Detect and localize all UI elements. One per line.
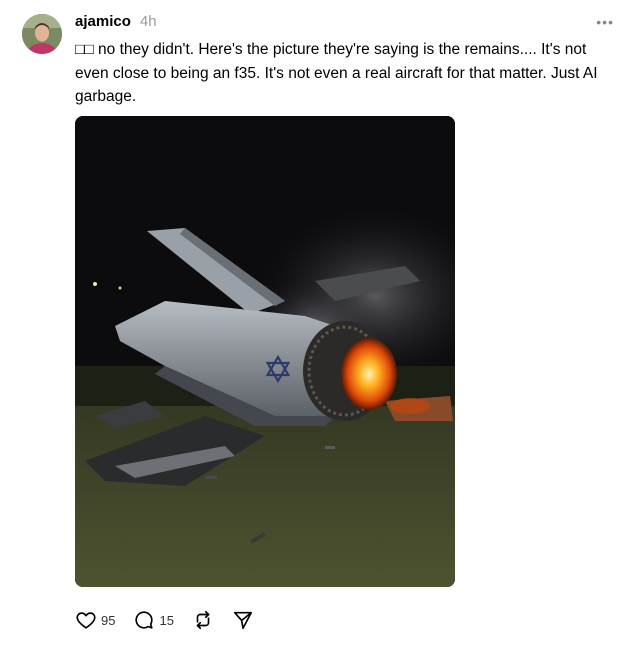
more-options-button[interactable]: ••• [596, 12, 614, 32]
reply-count: 15 [159, 612, 174, 628]
send-icon [232, 609, 254, 631]
post-time: 4h [139, 13, 157, 30]
avatar[interactable] [22, 14, 62, 54]
post-text: □□ no they didn't. Here's the picture th… [75, 41, 598, 105]
repost-icon [192, 609, 214, 631]
heart-icon [75, 609, 97, 631]
like-button[interactable]: 95 [75, 609, 115, 631]
reply-button[interactable]: 15 [133, 609, 174, 631]
comment-icon [133, 609, 155, 631]
ellipsis-icon: ••• [596, 14, 614, 30]
repost-button[interactable] [192, 609, 214, 631]
username[interactable]: ajamico [75, 13, 131, 30]
like-count: 95 [101, 612, 116, 628]
crashed-jet-photo [75, 116, 455, 587]
post-image[interactable] [75, 116, 455, 587]
post-actions: 95 15 [75, 607, 272, 633]
share-button[interactable] [232, 609, 254, 631]
